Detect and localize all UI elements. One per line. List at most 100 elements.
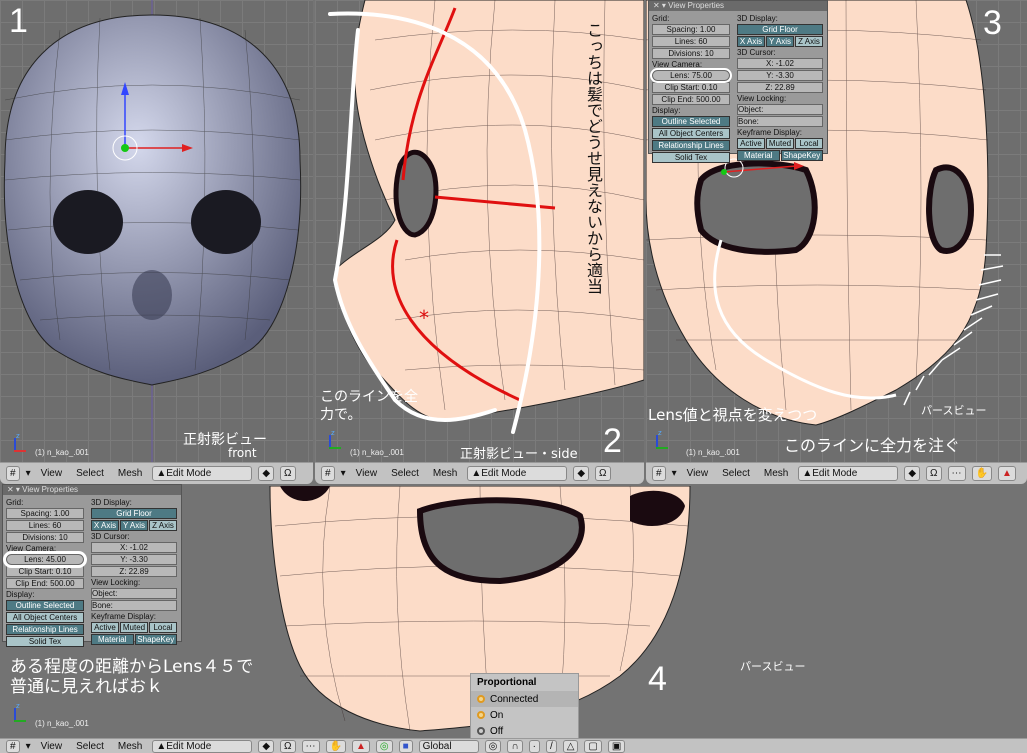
close-icon[interactable]: ✕ ▾ — [7, 485, 22, 494]
material-toggle[interactable]: Material — [91, 634, 134, 645]
render-button[interactable]: ▣ — [607, 739, 626, 753]
draw-type-button[interactable]: ◆ — [258, 739, 275, 753]
collapse-icon[interactable]: ▾ — [26, 741, 31, 752]
snap-button[interactable]: ⋯ — [947, 466, 966, 481]
pivot-button[interactable]: Ω — [926, 466, 942, 481]
vertex-select-button[interactable]: · — [528, 739, 540, 753]
all-object-centers-toggle[interactable]: All Object Centers — [6, 612, 84, 623]
draw-type-button[interactable]: ◆ — [573, 466, 590, 481]
clip-start-field[interactable]: Clip Start: 0.10 — [652, 82, 730, 93]
collapse-icon[interactable]: ▾ — [341, 468, 346, 479]
mesh-menu[interactable]: Mesh — [114, 741, 146, 752]
viewport-front[interactable]: 1 正射影ビュー front z (1) n_kao_.001 — [0, 0, 313, 462]
mesh-menu[interactable]: Mesh — [760, 468, 792, 479]
muted-toggle[interactable]: Muted — [766, 138, 794, 149]
muted-toggle[interactable]: Muted — [120, 622, 148, 633]
cursor-z-field[interactable]: Z: 22.89 — [737, 82, 823, 93]
y-axis-toggle[interactable]: Y Axis — [766, 36, 794, 47]
shapekey-toggle[interactable]: ShapeKey — [134, 634, 177, 645]
editor-type-button[interactable]: # — [321, 466, 335, 481]
close-icon[interactable]: ✕ ▾ — [653, 1, 668, 10]
lock-bone-field[interactable]: Bone: — [737, 116, 823, 127]
editor-type-button[interactable]: # — [6, 739, 20, 753]
proportional-connected[interactable]: Connected — [471, 691, 578, 707]
z-axis-toggle[interactable]: Z Axis — [795, 36, 823, 47]
mode-select[interactable]: ▲ Edit Mode — [467, 466, 568, 481]
hand-manipulator-button[interactable]: ✋ — [325, 739, 346, 753]
active-toggle[interactable]: Active — [737, 138, 765, 149]
outline-selected-toggle[interactable]: Outline Selected — [6, 600, 84, 611]
local-toggle[interactable]: Local — [795, 138, 823, 149]
lock-object-field[interactable]: Object: — [737, 104, 823, 115]
view-menu[interactable]: View — [37, 468, 67, 479]
editor-type-button[interactable]: # — [6, 466, 20, 481]
translate-manipulator-button[interactable]: ▲ — [997, 466, 1016, 481]
edge-select-button[interactable]: / — [545, 739, 557, 753]
pivot-button[interactable]: Ω — [280, 466, 296, 481]
rotate-manipulator-button[interactable]: ◎ — [375, 739, 393, 753]
outline-selected-toggle[interactable]: Outline Selected — [652, 116, 730, 127]
cursor-y-field[interactable]: Y: -3.30 — [737, 70, 823, 81]
face-select-button[interactable]: △ — [562, 739, 579, 753]
grid-divisions-field[interactable]: Divisions: 10 — [652, 48, 730, 59]
relationship-lines-toggle[interactable]: Relationship Lines — [6, 624, 84, 635]
collapse-icon[interactable]: ▾ — [672, 468, 677, 479]
solid-tex-toggle[interactable]: Solid Tex — [652, 152, 730, 163]
mode-select[interactable]: ▲ Edit Mode — [798, 466, 899, 481]
lock-bone-field[interactable]: Bone: — [91, 600, 177, 611]
relationship-lines-toggle[interactable]: Relationship Lines — [652, 140, 730, 151]
y-axis-toggle[interactable]: Y Axis — [120, 520, 148, 531]
pivot-button[interactable]: Ω — [280, 739, 296, 753]
cursor-y-field[interactable]: Y: -3.30 — [91, 554, 177, 565]
proportional-button[interactable]: ◎ — [484, 739, 502, 753]
local-toggle[interactable]: Local — [149, 622, 177, 633]
z-axis-toggle[interactable]: Z Axis — [149, 520, 177, 531]
select-menu[interactable]: Select — [387, 468, 423, 479]
snap-magnet-button[interactable]: ∩ — [507, 739, 523, 753]
material-toggle[interactable]: Material — [737, 150, 780, 161]
clip-end-field[interactable]: Clip End: 500.00 — [6, 578, 84, 589]
grid-floor-toggle[interactable]: Grid Floor — [91, 508, 177, 519]
lens-field[interactable]: Lens: 45.00 — [3, 551, 87, 568]
select-menu[interactable]: Select — [72, 741, 108, 752]
hand-manipulator-button[interactable]: ✋ — [971, 466, 992, 481]
solid-tex-toggle[interactable]: Solid Tex — [6, 636, 84, 647]
clip-start-field[interactable]: Clip Start: 0.10 — [6, 566, 84, 577]
x-axis-toggle[interactable]: X Axis — [91, 520, 119, 531]
x-axis-toggle[interactable]: X Axis — [737, 36, 765, 47]
all-object-centers-toggle[interactable]: All Object Centers — [652, 128, 730, 139]
grid-spacing-field[interactable]: Spacing: 1.00 — [6, 508, 84, 519]
viewport-side[interactable]: * こっちは髪でどうせ見えないから適当 このラインを全力で。 2 正射影ビュー・… — [315, 0, 644, 462]
mode-select[interactable]: ▲ Edit Mode — [152, 466, 253, 481]
select-menu[interactable]: Select — [72, 468, 108, 479]
view-menu[interactable]: View — [683, 468, 713, 479]
proportional-off[interactable]: Off — [471, 723, 578, 739]
collapse-icon[interactable]: ▾ — [26, 468, 31, 479]
grid-spacing-field[interactable]: Spacing: 1.00 — [652, 24, 730, 35]
orientation-select[interactable]: Global — [418, 739, 479, 753]
shapekey-toggle[interactable]: ShapeKey — [780, 150, 823, 161]
lock-object-field[interactable]: Object: — [91, 588, 177, 599]
snap-button[interactable]: ⋯ — [301, 739, 320, 753]
select-menu[interactable]: Select — [718, 468, 754, 479]
mode-select[interactable]: ▲ Edit Mode — [152, 739, 253, 753]
grid-lines-field[interactable]: Lines: 60 — [652, 36, 730, 47]
editor-type-button[interactable]: # — [652, 466, 666, 481]
cursor-x-field[interactable]: X: -1.02 — [91, 542, 177, 553]
view-menu[interactable]: View — [37, 741, 67, 752]
mesh-menu[interactable]: Mesh — [114, 468, 146, 479]
occlude-button[interactable]: ▢ — [584, 739, 602, 753]
mesh-menu[interactable]: Mesh — [429, 468, 461, 479]
clip-end-field[interactable]: Clip End: 500.00 — [652, 94, 730, 105]
cursor-z-field[interactable]: Z: 22.89 — [91, 566, 177, 577]
translate-manipulator-button[interactable]: ▲ — [351, 739, 370, 753]
grid-divisions-field[interactable]: Divisions: 10 — [6, 532, 84, 543]
proportional-on[interactable]: On — [471, 707, 578, 723]
grid-lines-field[interactable]: Lines: 60 — [6, 520, 84, 531]
lens-field[interactable]: Lens: 75.00 — [650, 68, 732, 83]
view-menu[interactable]: View — [352, 468, 382, 479]
scale-manipulator-button[interactable]: ■ — [398, 739, 413, 753]
active-toggle[interactable]: Active — [91, 622, 119, 633]
draw-type-button[interactable]: ◆ — [258, 466, 275, 481]
cursor-x-field[interactable]: X: -1.02 — [737, 58, 823, 69]
